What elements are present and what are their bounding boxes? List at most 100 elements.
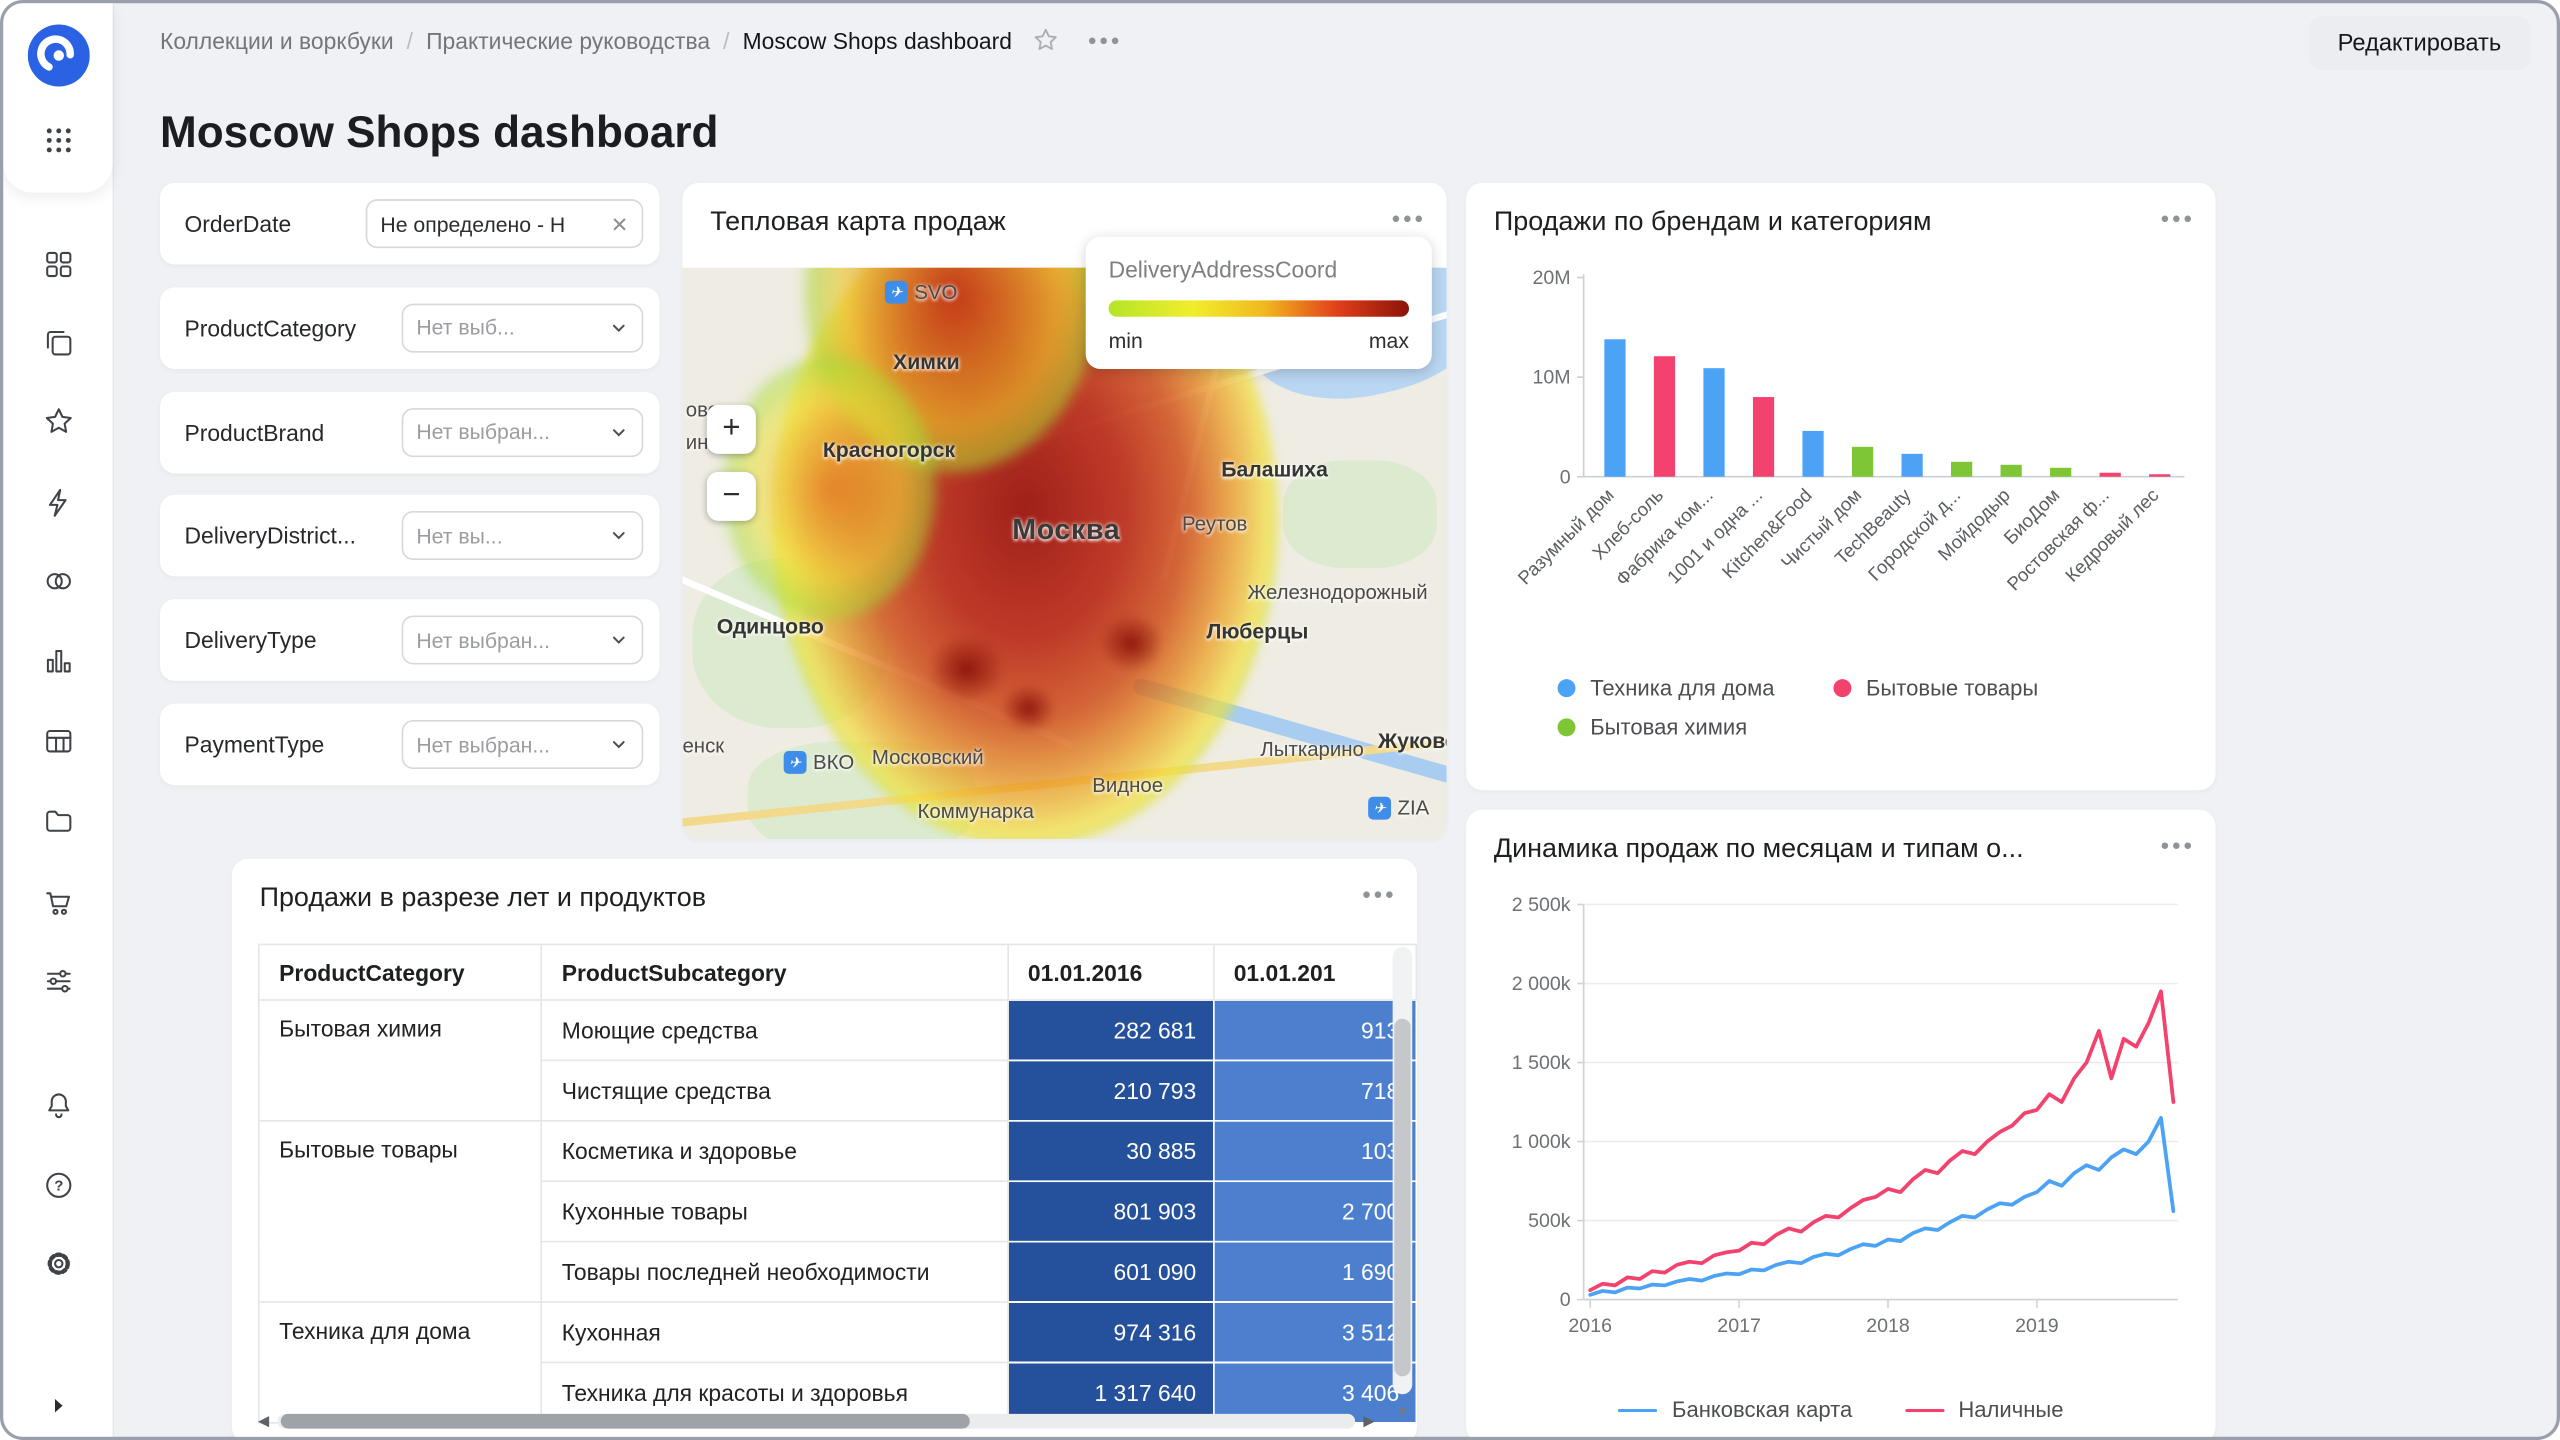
line-chart[interactable]: 2 500k2 000k1 500k1 000k500k020162017201…: [1492, 882, 2189, 1346]
table-header-cell[interactable]: ProductCategory: [259, 944, 542, 1000]
breadcrumb-guides[interactable]: Практические руководства: [426, 27, 710, 53]
map-label-железнодорожный: Железнодорожный: [1247, 581, 1427, 604]
value-2017-cell[interactable]: 3 512: [1213, 1302, 1416, 1362]
value-2016-cell[interactable]: 210 793: [1007, 1060, 1213, 1120]
help-icon[interactable]: ?: [25, 1153, 90, 1218]
value-2016-cell[interactable]: 282 681: [1007, 1000, 1213, 1060]
bar-4[interactable]: [1753, 397, 1774, 477]
sales-table-menu-icon[interactable]: [1363, 891, 1392, 898]
filter-orderdate: OrderDateНе определено - Н✕: [160, 183, 660, 265]
zoom-out-button[interactable]: −: [707, 472, 756, 521]
table-scroll-left-icon[interactable]: ◀: [258, 1414, 269, 1429]
series-line-blue[interactable]: [1590, 1118, 2173, 1295]
favorite-star-icon[interactable]: [1032, 26, 1060, 54]
table-vertical-scrollbar[interactable]: [1393, 947, 1413, 1394]
filter-control[interactable]: Нет вы...: [402, 512, 644, 561]
bar-3[interactable]: [1703, 368, 1724, 477]
legend-dot: [1558, 718, 1576, 736]
bar-12[interactable]: [2149, 474, 2170, 476]
breadcrumb-more-icon[interactable]: [1089, 37, 1118, 44]
map-label-лыткарино: Лыткарино: [1260, 738, 1364, 761]
zoom-in-button[interactable]: +: [707, 405, 756, 454]
filter-label: ProductCategory: [184, 315, 388, 341]
connections-circles-icon[interactable]: [25, 549, 90, 614]
line-chart-menu-icon[interactable]: [2162, 842, 2191, 849]
favorites-star-icon[interactable]: [25, 389, 90, 454]
bar-7[interactable]: [1901, 454, 1922, 477]
airport-icon: ✈: [784, 751, 807, 774]
chevron-down-icon: [609, 526, 629, 546]
value-2017-cell[interactable]: 718: [1213, 1060, 1416, 1120]
expand-panel-icon[interactable]: [33, 1381, 82, 1430]
bar-5[interactable]: [1802, 431, 1823, 477]
workbooks-icon[interactable]: [25, 310, 90, 375]
filter-value: Нет выбран...: [416, 420, 600, 444]
line-y-tick: 1 000k: [1512, 1131, 1571, 1153]
collections-icon[interactable]: [25, 232, 90, 297]
map-label-вко: ✈ВКО: [784, 751, 855, 774]
notifications-bell-icon[interactable]: [25, 1073, 90, 1138]
settings-gear-icon[interactable]: [25, 1231, 90, 1296]
legend-item[interactable]: Бытовая химия: [1558, 715, 1748, 739]
charts-bars-icon[interactable]: [25, 629, 90, 694]
storage-folder-icon[interactable]: [25, 789, 90, 854]
legend-item[interactable]: Банковская карта: [1618, 1398, 1852, 1422]
legend-item[interactable]: Наличные: [1904, 1398, 2063, 1422]
value-2017-cell[interactable]: 1 690: [1213, 1242, 1416, 1302]
table-horizontal-scroll-thumb[interactable]: [281, 1414, 971, 1429]
clear-filter-icon[interactable]: ✕: [611, 213, 629, 234]
bar-y-tick: 10M: [1533, 367, 1571, 389]
editor-lightning-icon[interactable]: [25, 470, 90, 535]
dashboards-table-icon[interactable]: [25, 709, 90, 774]
map-label-химки: Химки: [893, 349, 960, 373]
legend-dot: [1833, 679, 1851, 697]
filter-control[interactable]: Нет выб...: [402, 303, 644, 352]
edit-button[interactable]: Редактировать: [2308, 16, 2530, 70]
value-2016-cell[interactable]: 801 903: [1007, 1181, 1213, 1241]
table-header-cell[interactable]: 01.01.201: [1213, 944, 1416, 1000]
filter-control[interactable]: Нет выбран...: [402, 616, 644, 665]
bar-10[interactable]: [2050, 468, 2071, 477]
bar-chart-menu-icon[interactable]: [2162, 216, 2191, 223]
heatmap-legend-title: DeliveryAddressCoord: [1109, 256, 1409, 282]
bar-1[interactable]: [1604, 339, 1625, 476]
bar-chart-card: Продажи по брендам и категориям 20M10M0Р…: [1466, 183, 2215, 790]
table-header-cell[interactable]: 01.01.2016: [1007, 944, 1213, 1000]
sales-table-card: Продажи в разрезе лет и продуктов Produc…: [232, 859, 1417, 1440]
apps-grid-icon[interactable]: [25, 108, 90, 173]
datalens-logo-icon[interactable]: [25, 23, 90, 88]
value-2016-cell[interactable]: 974 316: [1007, 1302, 1213, 1362]
filter-control[interactable]: Нет выбран...: [402, 407, 644, 456]
map-label-видное: Видное: [1092, 774, 1163, 797]
value-2016-cell[interactable]: 601 090: [1007, 1242, 1213, 1302]
services-sliders-icon[interactable]: [25, 949, 90, 1014]
map-label-svo: ✈SVO: [885, 281, 957, 304]
value-2017-cell[interactable]: 103: [1213, 1121, 1416, 1181]
bar-11[interactable]: [2100, 473, 2121, 477]
value-2017-cell[interactable]: 913: [1213, 1000, 1416, 1060]
legend-item[interactable]: Бытовые товары: [1833, 676, 2038, 700]
table-scroll-down-icon[interactable]: ▼: [1393, 1399, 1413, 1422]
bar-8[interactable]: [1951, 462, 1972, 477]
bar-6[interactable]: [1852, 447, 1873, 477]
table-vertical-scroll-thumb[interactable]: [1394, 1018, 1410, 1376]
airport-icon: ✈: [885, 281, 908, 304]
filter-control[interactable]: Не определено - Н✕: [366, 199, 644, 248]
filter-control[interactable]: Нет выбран...: [402, 720, 644, 769]
breadcrumb-collections[interactable]: Коллекции и воркбуки: [160, 27, 394, 53]
marketplace-cart-icon[interactable]: [25, 870, 90, 935]
heatmap-menu-icon[interactable]: [1393, 216, 1422, 223]
table-header-cell[interactable]: ProductSubcategory: [541, 944, 1007, 1000]
bar-chart[interactable]: 20M10M0Разумный домХлеб-сольФабрика ком.…: [1492, 264, 2189, 656]
table-scroll-right-icon[interactable]: ▶: [1363, 1414, 1374, 1429]
value-2016-cell[interactable]: 30 885: [1007, 1121, 1213, 1181]
map-highway: [682, 728, 1446, 832]
bar-2[interactable]: [1654, 356, 1675, 477]
value-2017-cell[interactable]: 2 700: [1213, 1181, 1416, 1241]
bar-9[interactable]: [2001, 465, 2022, 477]
map-label-красногорск: Красногорск: [823, 438, 955, 462]
table-horizontal-scrollbar[interactable]: ◀ ▶: [258, 1411, 1375, 1432]
legend-label: Наличные: [1958, 1398, 2063, 1422]
legend-item[interactable]: Техника для дома: [1558, 676, 1775, 700]
line-x-tick: 2016: [1568, 1315, 1612, 1337]
